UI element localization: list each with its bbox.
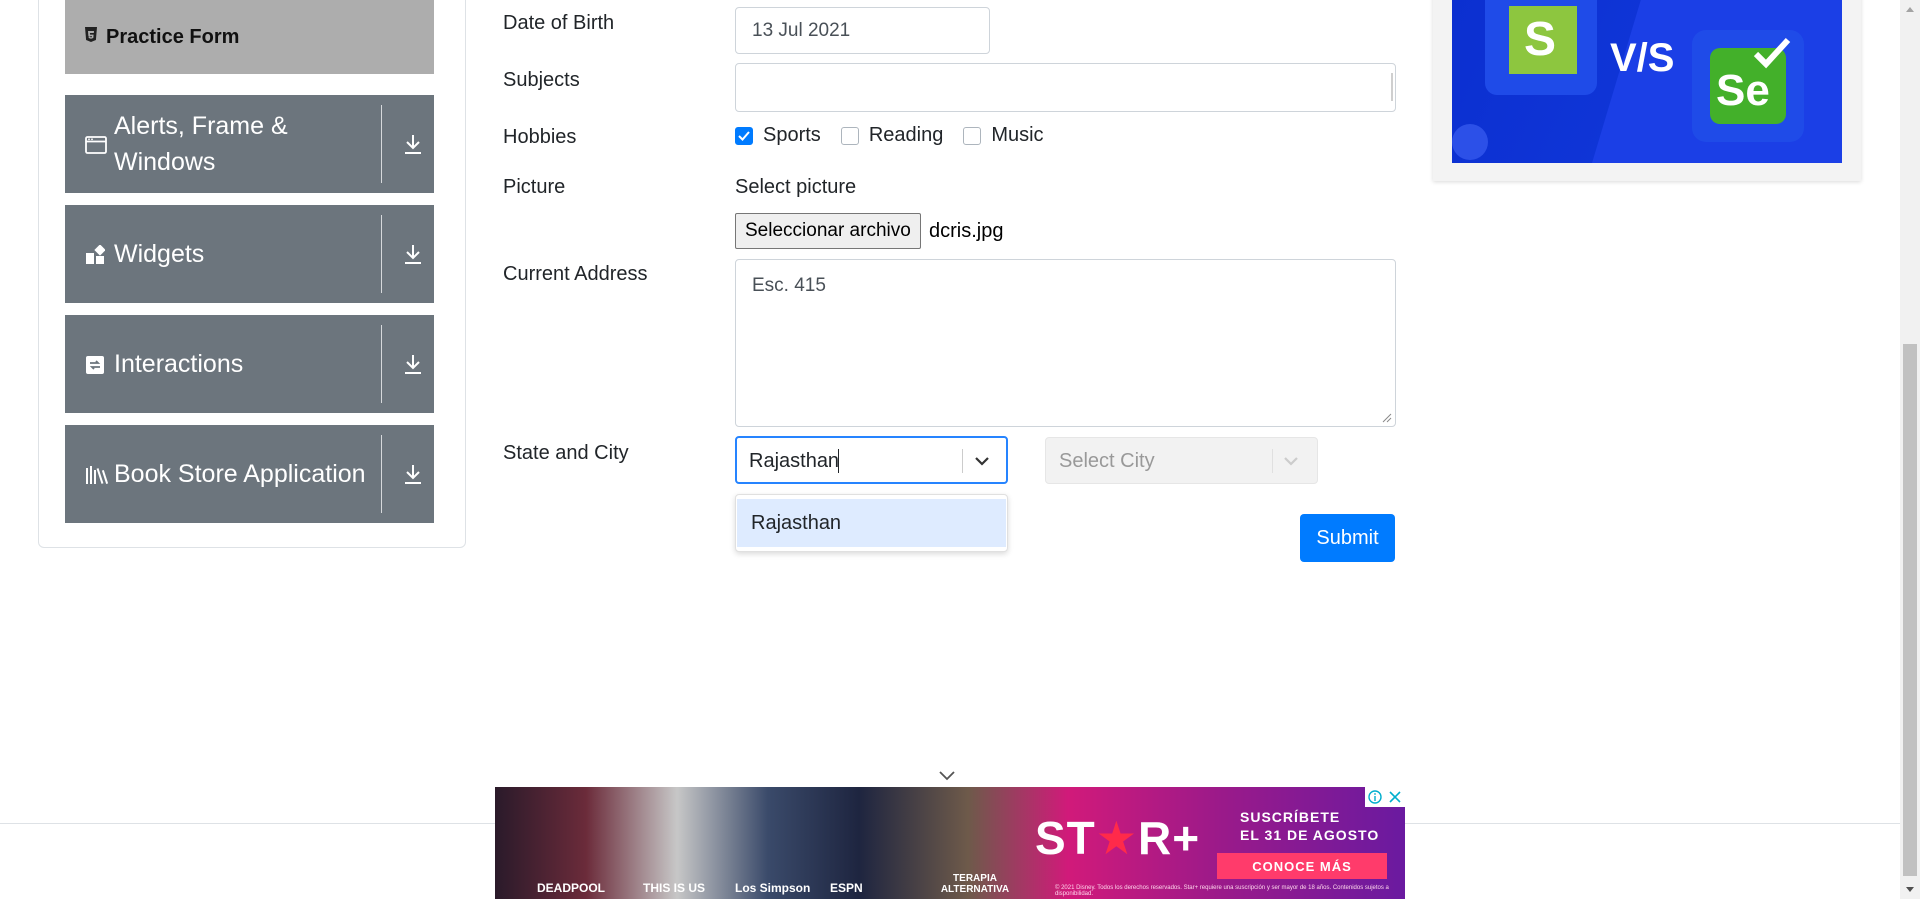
bottom-ad-banner[interactable]: ST★R+ SUSCRÍBETE EL 31 DE AGOSTO CONOCE …	[495, 787, 1405, 899]
ad-caption: TERAPIA ALTERNATIVA	[940, 873, 1010, 895]
sidebar-group-alerts[interactable]: Alerts, Frame & Windows	[65, 95, 434, 193]
sports-checkbox[interactable]	[735, 126, 753, 145]
sidebar-group-interactions[interactable]: Interactions	[65, 315, 434, 413]
group-divider	[381, 105, 382, 183]
reading-checkbox[interactable]	[840, 126, 859, 145]
resize-handle-icon[interactable]	[1382, 413, 1392, 423]
state-input-value[interactable]: Rajasthan	[749, 450, 839, 473]
hobbies-label: Hobbies	[503, 126, 577, 148]
right-ad-banner[interactable]: S V/S Se	[1452, 0, 1842, 163]
ad-caption: DEADPOOL	[537, 881, 606, 895]
date-of-birth-input[interactable]: 13 Jul 2021	[735, 7, 990, 54]
close-icon[interactable]	[1385, 787, 1405, 807]
ad-caption: THIS IS US	[643, 881, 706, 895]
dob-value: 13 Jul 2021	[752, 19, 851, 41]
reading-label[interactable]: Reading	[869, 124, 944, 147]
sidebar-group-label: Interactions	[114, 350, 244, 378]
vs-text: V/S	[1610, 36, 1675, 80]
choose-file-button[interactable]: Seleccionar archivo	[735, 213, 921, 249]
promo-line-1: SUSCRÍBETE	[1240, 809, 1341, 825]
katalon-logo: S	[1524, 13, 1557, 66]
katalon-vs-selenium-graphic	[1452, 0, 1842, 163]
state-select[interactable]: Rajasthan	[735, 436, 1008, 484]
indicator-separator	[1272, 449, 1273, 473]
ad-fine-print: © 2021 Disney. Todos los derechos reserv…	[1055, 885, 1389, 897]
group-divider	[381, 325, 382, 403]
download-icon[interactable]	[395, 95, 431, 193]
chevron-down-icon[interactable]	[972, 451, 992, 476]
chevron-down-icon[interactable]	[1281, 451, 1301, 476]
checkmark-icon	[1753, 37, 1791, 69]
select-picture-caption: Select picture	[735, 176, 857, 198]
scrollbar-thumb[interactable]	[1903, 344, 1917, 876]
current-address-textarea[interactable]: Esc. 415	[735, 259, 1396, 427]
group-divider	[381, 435, 382, 513]
sports-label[interactable]: Sports	[763, 124, 821, 147]
promo-line-2: EL 31 DE AGOSTO	[1240, 827, 1380, 843]
download-icon[interactable]	[395, 425, 431, 523]
cta-button[interactable]: CONOCE MÁS	[1217, 853, 1387, 879]
ad-controls	[1365, 787, 1405, 807]
star-plus-logo: ST★R+	[1035, 812, 1201, 864]
text-caret	[838, 449, 839, 473]
interactions-icon	[85, 355, 105, 375]
html5-icon	[84, 26, 98, 48]
download-icon[interactable]	[395, 205, 431, 303]
file-name: dcris.jpg	[929, 220, 1004, 242]
current-address-label: Current Address	[503, 263, 648, 285]
page-scrollbar[interactable]	[1900, 0, 1920, 899]
state-city-label: State and City	[503, 442, 629, 464]
address-value: Esc. 415	[752, 275, 826, 296]
chevron-down-icon[interactable]	[938, 769, 956, 787]
sidebar-item-practice-form[interactable]: Practice Form	[65, 0, 434, 74]
indicator-separator	[962, 449, 963, 473]
sidebar-group-label: Alerts, Frame & Windows	[114, 112, 288, 176]
ad-caption: Los Simpson	[735, 881, 811, 895]
music-label[interactable]: Music	[991, 124, 1043, 147]
info-icon[interactable]	[1365, 787, 1385, 807]
city-select[interactable]: Select City	[1045, 437, 1318, 484]
submit-button[interactable]: Submit	[1300, 514, 1395, 562]
input-scroll-indicator	[1391, 73, 1393, 101]
sidebar-group-widgets[interactable]: Widgets	[65, 205, 434, 303]
music-checkbox[interactable]	[963, 126, 982, 145]
books-icon	[85, 465, 109, 485]
star-glyph-icon: ★	[1095, 812, 1139, 864]
window-icon	[85, 135, 107, 155]
subjects-input[interactable]	[735, 63, 1396, 112]
sidebar-group-book-store[interactable]: Book Store Application	[65, 425, 434, 523]
widgets-icon	[85, 244, 106, 265]
ad-caption: ESPN	[830, 881, 863, 895]
state-dropdown-menu: Rajasthan	[735, 494, 1008, 552]
picture-label: Picture	[503, 176, 566, 198]
sidebar-group-label: Book Store Application	[114, 460, 366, 488]
dob-label: Date of Birth	[503, 12, 615, 34]
subjects-label: Subjects	[503, 69, 580, 91]
sidebar-group-label: Widgets	[114, 240, 205, 268]
group-divider	[381, 215, 382, 293]
city-placeholder: Select City	[1059, 450, 1155, 472]
download-icon[interactable]	[395, 315, 431, 413]
scroll-up-arrow-icon[interactable]	[1900, 0, 1920, 18]
selenium-logo: Se	[1716, 66, 1770, 115]
sidebar-item-label: Practice Form	[106, 25, 240, 48]
hobbies-group: Sports Reading Music	[735, 124, 1064, 147]
state-option[interactable]: Rajasthan	[737, 499, 1006, 547]
scroll-down-arrow-icon[interactable]	[1900, 881, 1920, 899]
